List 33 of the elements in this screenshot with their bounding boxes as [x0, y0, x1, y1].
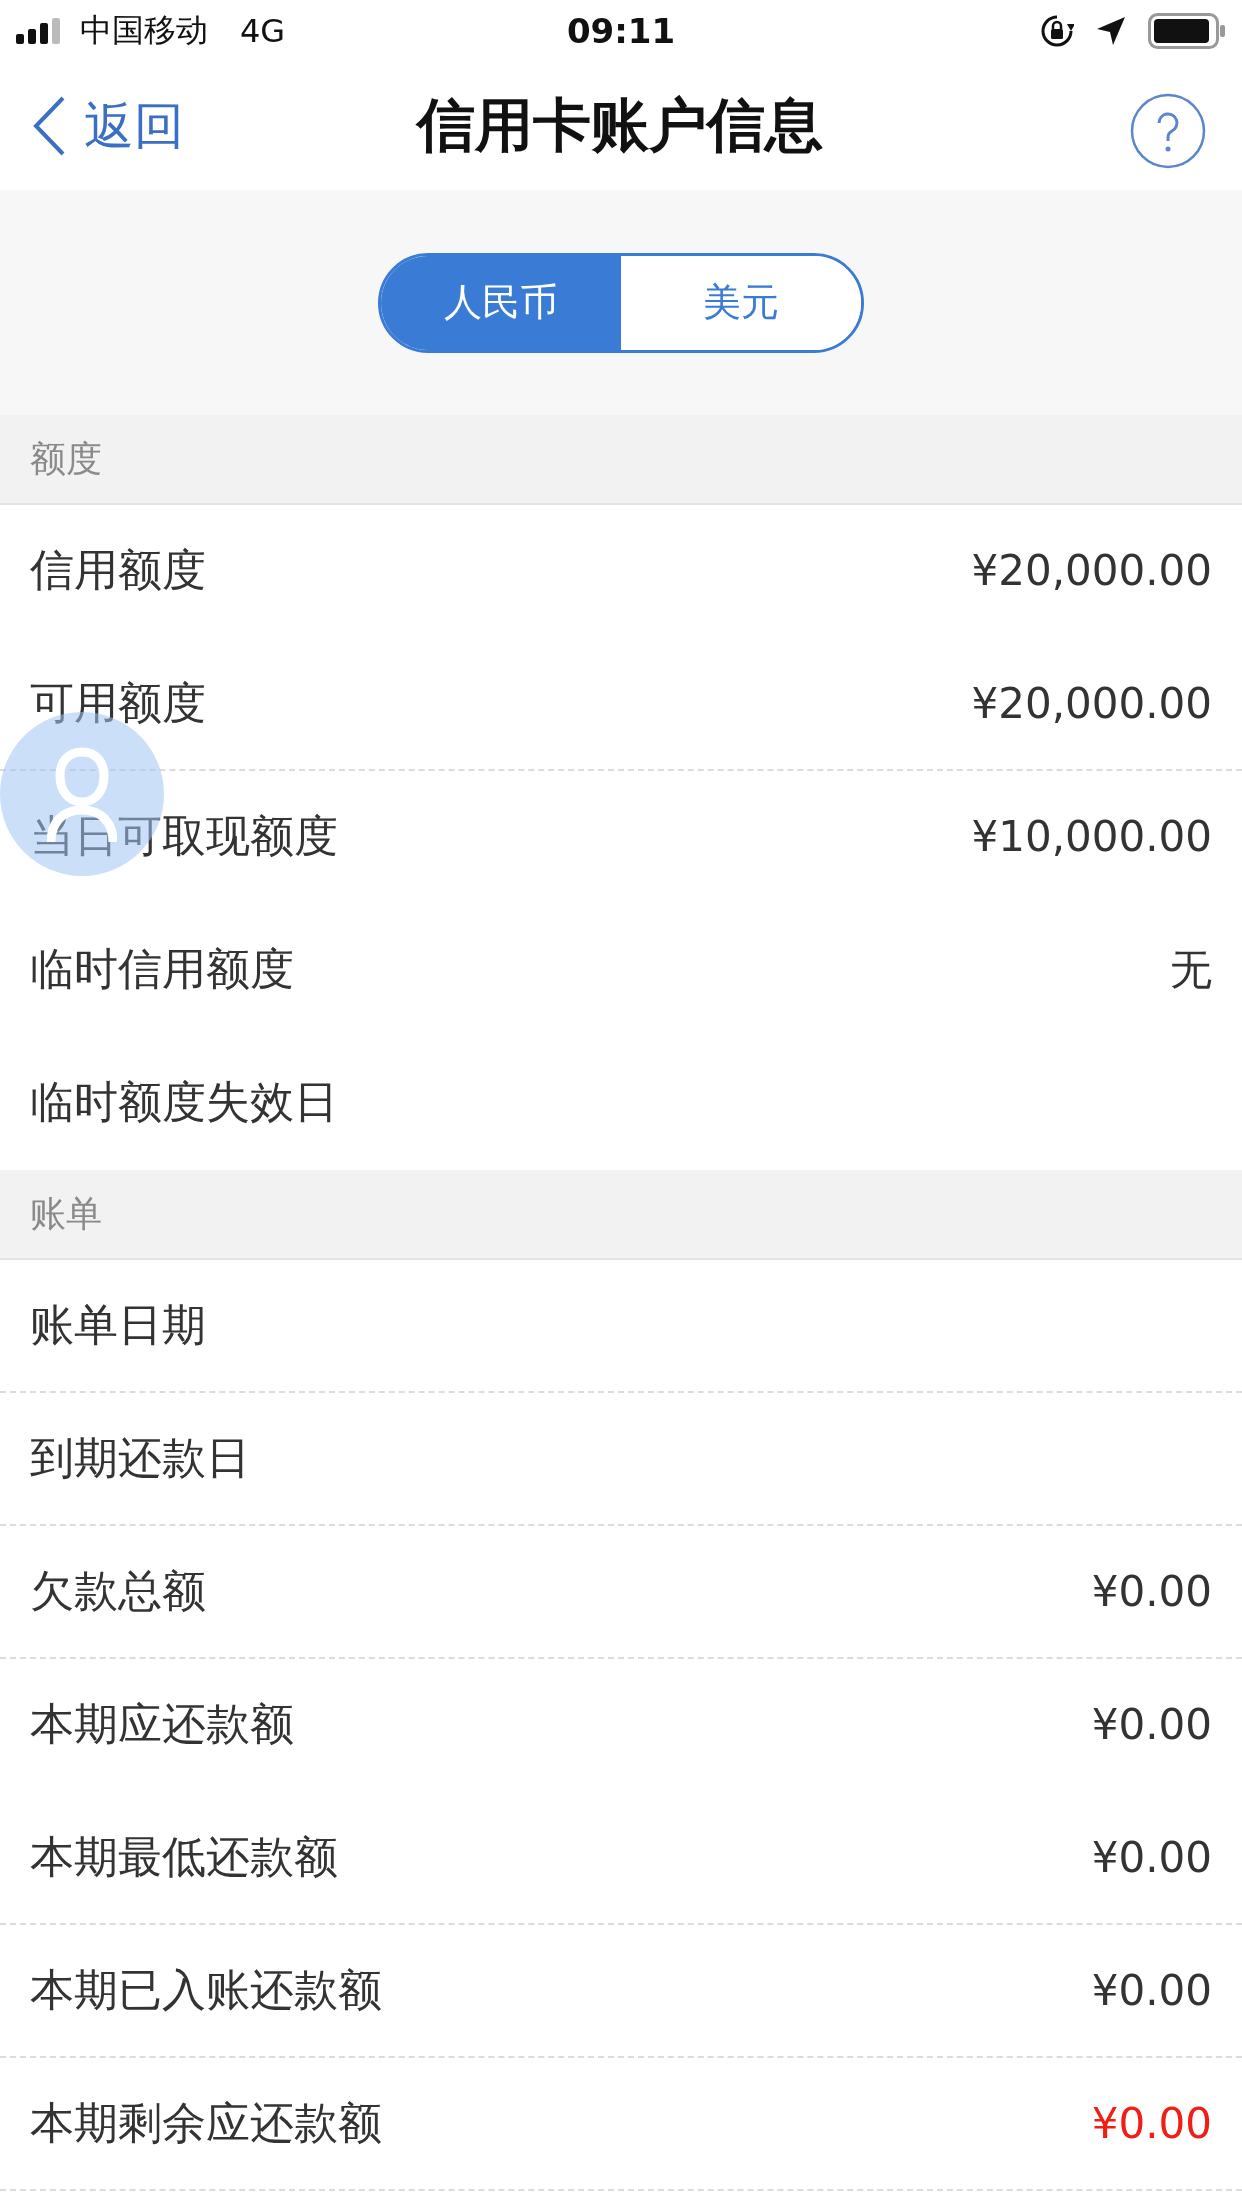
row-label: 账单日期 [30, 1298, 206, 1352]
location-arrow-icon [1096, 16, 1126, 46]
row-value: ¥20,000.00 [971, 679, 1212, 728]
row-value: ¥0.00 [1091, 1700, 1212, 1749]
help-icon[interactable] [1130, 93, 1206, 169]
row-value: ¥0.00 [1091, 2099, 1212, 2148]
row-label: 到期还款日 [30, 1431, 250, 1485]
row-label: 本期应还款额 [30, 1697, 294, 1751]
row-label: 临时额度失效日 [30, 1075, 338, 1129]
row-value: ¥0.00 [1091, 1567, 1212, 1616]
row-value: ¥10,000.00 [971, 812, 1212, 861]
section-header: 账单 [0, 1170, 1242, 1260]
chevron-left-icon [32, 96, 66, 156]
page-title: 信用卡账户信息 [414, 90, 824, 161]
back-button[interactable]: 返回 [32, 92, 184, 160]
row-value: ¥20,000.00 [971, 546, 1212, 595]
row-value: ¥0.00 [1091, 1833, 1212, 1882]
row-label: 临时信用额度 [30, 942, 294, 996]
row-label: 本期已入账还款额 [30, 1963, 382, 2017]
row-value: 无 [1170, 943, 1212, 996]
row-label: 欠款总额 [30, 1564, 206, 1618]
row-label: 可用额度 [30, 676, 206, 730]
battery-icon [1148, 13, 1226, 49]
carrier-name: 中国移动 [80, 10, 208, 51]
row-label: 本期剩余应还款额 [30, 2096, 382, 2150]
row-label: 信用额度 [30, 543, 206, 597]
status-time: 09:11 [565, 11, 677, 51]
row-value: ¥0.00 [1091, 1966, 1212, 2015]
rotation-lock-icon [1040, 14, 1074, 48]
row-label: 本期最低还款额 [30, 1830, 338, 1884]
network-type: 4G [240, 12, 286, 50]
currency-tab[interactable]: 人民币 [381, 255, 621, 350]
section-header: 额度 [0, 415, 1242, 505]
